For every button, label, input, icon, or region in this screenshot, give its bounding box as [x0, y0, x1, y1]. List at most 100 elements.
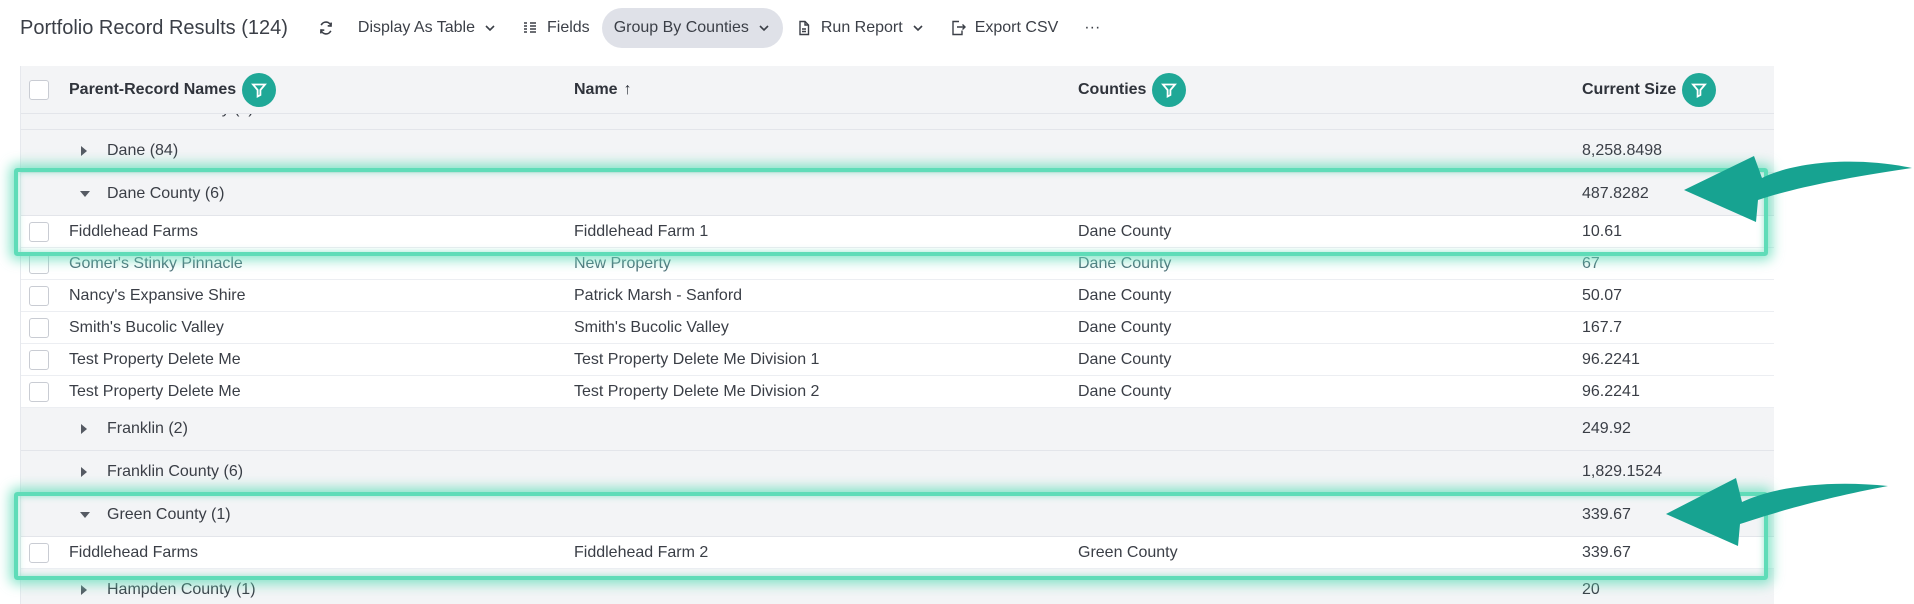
column-label: Current Size — [1582, 81, 1677, 98]
column-header-parent-record-names[interactable]: Parent-Record Names — [69, 66, 277, 114]
run-report-dropdown[interactable]: Run Report — [783, 8, 937, 48]
group-size: 20 — [1582, 581, 1600, 598]
county-cell: Dane County — [1078, 286, 1172, 304]
group-row[interactable]: Hampden County (1) 20 — [21, 569, 1774, 604]
caret-right-icon[interactable] — [79, 569, 89, 604]
filter-icon[interactable] — [1152, 73, 1187, 107]
table-row[interactable]: Nancy's Expansive Shire Patrick Marsh - … — [21, 280, 1774, 312]
county-cell: Dane County — [1078, 350, 1172, 368]
size-cell: 10.61 — [1582, 222, 1623, 240]
results-panel: Portfolio Record Results (124) Display A… — [0, 0, 1774, 604]
results-table: Parent-Record Names Name ↑ Counties Curr… — [20, 66, 1774, 604]
group-size: 1,829.1524 — [1582, 463, 1663, 480]
group-label: Dane County (6) — [107, 185, 225, 202]
chevron-down-icon — [483, 21, 497, 35]
refresh-icon — [317, 19, 335, 37]
display-as-table-dropdown[interactable]: Display As Table — [346, 8, 509, 48]
county-cell: Green County — [1078, 543, 1178, 561]
parent-record-cell[interactable]: Test Property Delete Me — [69, 344, 241, 375]
table-row[interactable]: Gomer's Stinky Pinnacle New Property Dan… — [21, 248, 1774, 280]
group-row[interactable]: Franklin (2) 249.92 — [21, 408, 1774, 451]
name-cell[interactable]: Test Property Delete Me Division 2 — [574, 376, 819, 407]
parent-record-cell[interactable]: Test Property Delete Me — [69, 376, 241, 407]
size-cell: 167.7 — [1582, 318, 1623, 336]
name-cell[interactable]: Smith's Bucolic Valley — [574, 312, 729, 343]
group-size: 8,258.8498 — [1582, 142, 1663, 159]
column-header-current-size[interactable]: Current Size — [1582, 66, 1717, 114]
document-icon — [795, 19, 813, 37]
group-size: 339.67 — [1582, 506, 1631, 523]
group-label: Dane (84) — [107, 142, 179, 159]
table-row[interactable]: Test Property Delete Me Test Property De… — [21, 376, 1774, 408]
row-checkbox[interactable] — [29, 542, 49, 563]
row-checkbox[interactable] — [29, 349, 49, 370]
name-cell[interactable]: Patrick Marsh - Sanford — [574, 280, 742, 311]
row-checkbox[interactable] — [29, 221, 49, 242]
row-checkbox[interactable] — [29, 381, 49, 402]
row-checkbox[interactable] — [29, 253, 49, 274]
parent-record-cell[interactable]: Gomer's Stinky Pinnacle — [69, 248, 243, 279]
table-header: Parent-Record Names Name ↑ Counties Curr… — [21, 66, 1774, 114]
caret-right-icon[interactable] — [79, 451, 89, 493]
name-cell[interactable]: Test Property Delete Me Division 1 — [574, 344, 819, 375]
county-cell: Dane County — [1078, 254, 1172, 272]
row-checkbox[interactable] — [29, 317, 49, 338]
more-options-button[interactable]: ··· — [1070, 8, 1114, 48]
export-icon — [949, 19, 967, 37]
column-header-name[interactable]: Name ↑ — [574, 66, 632, 114]
parent-record-cell[interactable]: Nancy's Expansive Shire — [69, 280, 245, 311]
filter-icon[interactable] — [242, 73, 277, 107]
table-row[interactable]: Test Property Delete Me Test Property De… — [21, 344, 1774, 376]
size-cell: 339.67 — [1582, 543, 1631, 561]
fields-label: Fields — [547, 19, 590, 36]
chevron-down-icon — [911, 21, 925, 35]
size-cell: 50.07 — [1582, 286, 1623, 304]
arrow-icon — [1666, 478, 1888, 546]
table-row[interactable]: Fiddlehead Farms Fiddlehead Farm 1 Dane … — [21, 216, 1774, 248]
group-row[interactable]: Dane (84) 8,258.8498 — [21, 130, 1774, 173]
filter-icon[interactable] — [1682, 73, 1717, 107]
name-cell[interactable]: Fiddlehead Farm 1 — [574, 216, 708, 247]
column-header-counties[interactable]: Counties — [1078, 66, 1187, 114]
fields-button[interactable]: Fields — [509, 8, 602, 48]
group-size: 487.8282 — [1582, 185, 1649, 202]
sort-ascending-icon[interactable]: ↑ — [624, 81, 632, 99]
refresh-button[interactable] — [306, 8, 346, 48]
export-csv-label: Export CSV — [974, 19, 1059, 36]
group-by-counties-dropdown[interactable]: Group By Counties — [601, 8, 783, 48]
caret-right-icon[interactable] — [79, 408, 89, 450]
name-cell[interactable]: New Property — [574, 248, 671, 279]
row-checkbox[interactable] — [29, 285, 49, 306]
group-row[interactable]: Franklin County (6) 1,829.1524 — [21, 451, 1774, 494]
caret-down-icon[interactable] — [79, 173, 91, 215]
caret-right-icon[interactable] — [79, 130, 89, 172]
column-label: Name — [574, 81, 618, 98]
size-cell: 96.2241 — [1582, 382, 1640, 400]
columns-icon — [521, 19, 539, 37]
display-as-table-label: Display As Table — [357, 19, 475, 36]
group-row[interactable]: Dane County (6) 487.8282 — [21, 173, 1774, 216]
county-cell: Dane County — [1078, 382, 1172, 400]
column-label: Parent-Record Names — [69, 81, 237, 98]
table-row[interactable]: Fiddlehead Farms Fiddlehead Farm 2 Green… — [21, 537, 1774, 569]
county-cell: Dane County — [1078, 222, 1172, 240]
table-row[interactable]: Smith's Bucolic Valley Smith's Bucolic V… — [21, 312, 1774, 344]
page-title: Portfolio Record Results (124) — [20, 16, 288, 39]
name-cell[interactable]: Fiddlehead Farm 2 — [574, 537, 708, 568]
chevron-down-icon — [757, 21, 771, 35]
parent-record-cell[interactable]: Fiddlehead Farms — [69, 216, 198, 247]
column-label: Counties — [1078, 81, 1147, 98]
parent-record-cell[interactable]: Fiddlehead Farms — [69, 537, 198, 568]
caret-down-icon[interactable] — [79, 494, 91, 536]
group-label: Green County (1) — [107, 506, 231, 523]
county-cell: Dane County — [1078, 318, 1172, 336]
group-row[interactable]: Green County (1) 339.67 — [21, 494, 1774, 537]
select-all-checkbox[interactable] — [29, 80, 49, 100]
group-label: Franklin County (6) — [107, 463, 244, 480]
group-size: 249.92 — [1582, 420, 1631, 437]
export-csv-button[interactable]: Export CSV — [937, 8, 1071, 48]
size-cell: 96.2241 — [1582, 350, 1640, 368]
arrow-icon — [1684, 156, 1912, 222]
parent-record-cell[interactable]: Smith's Bucolic Valley — [69, 312, 224, 343]
group-by-label: Group By Counties — [613, 19, 749, 36]
